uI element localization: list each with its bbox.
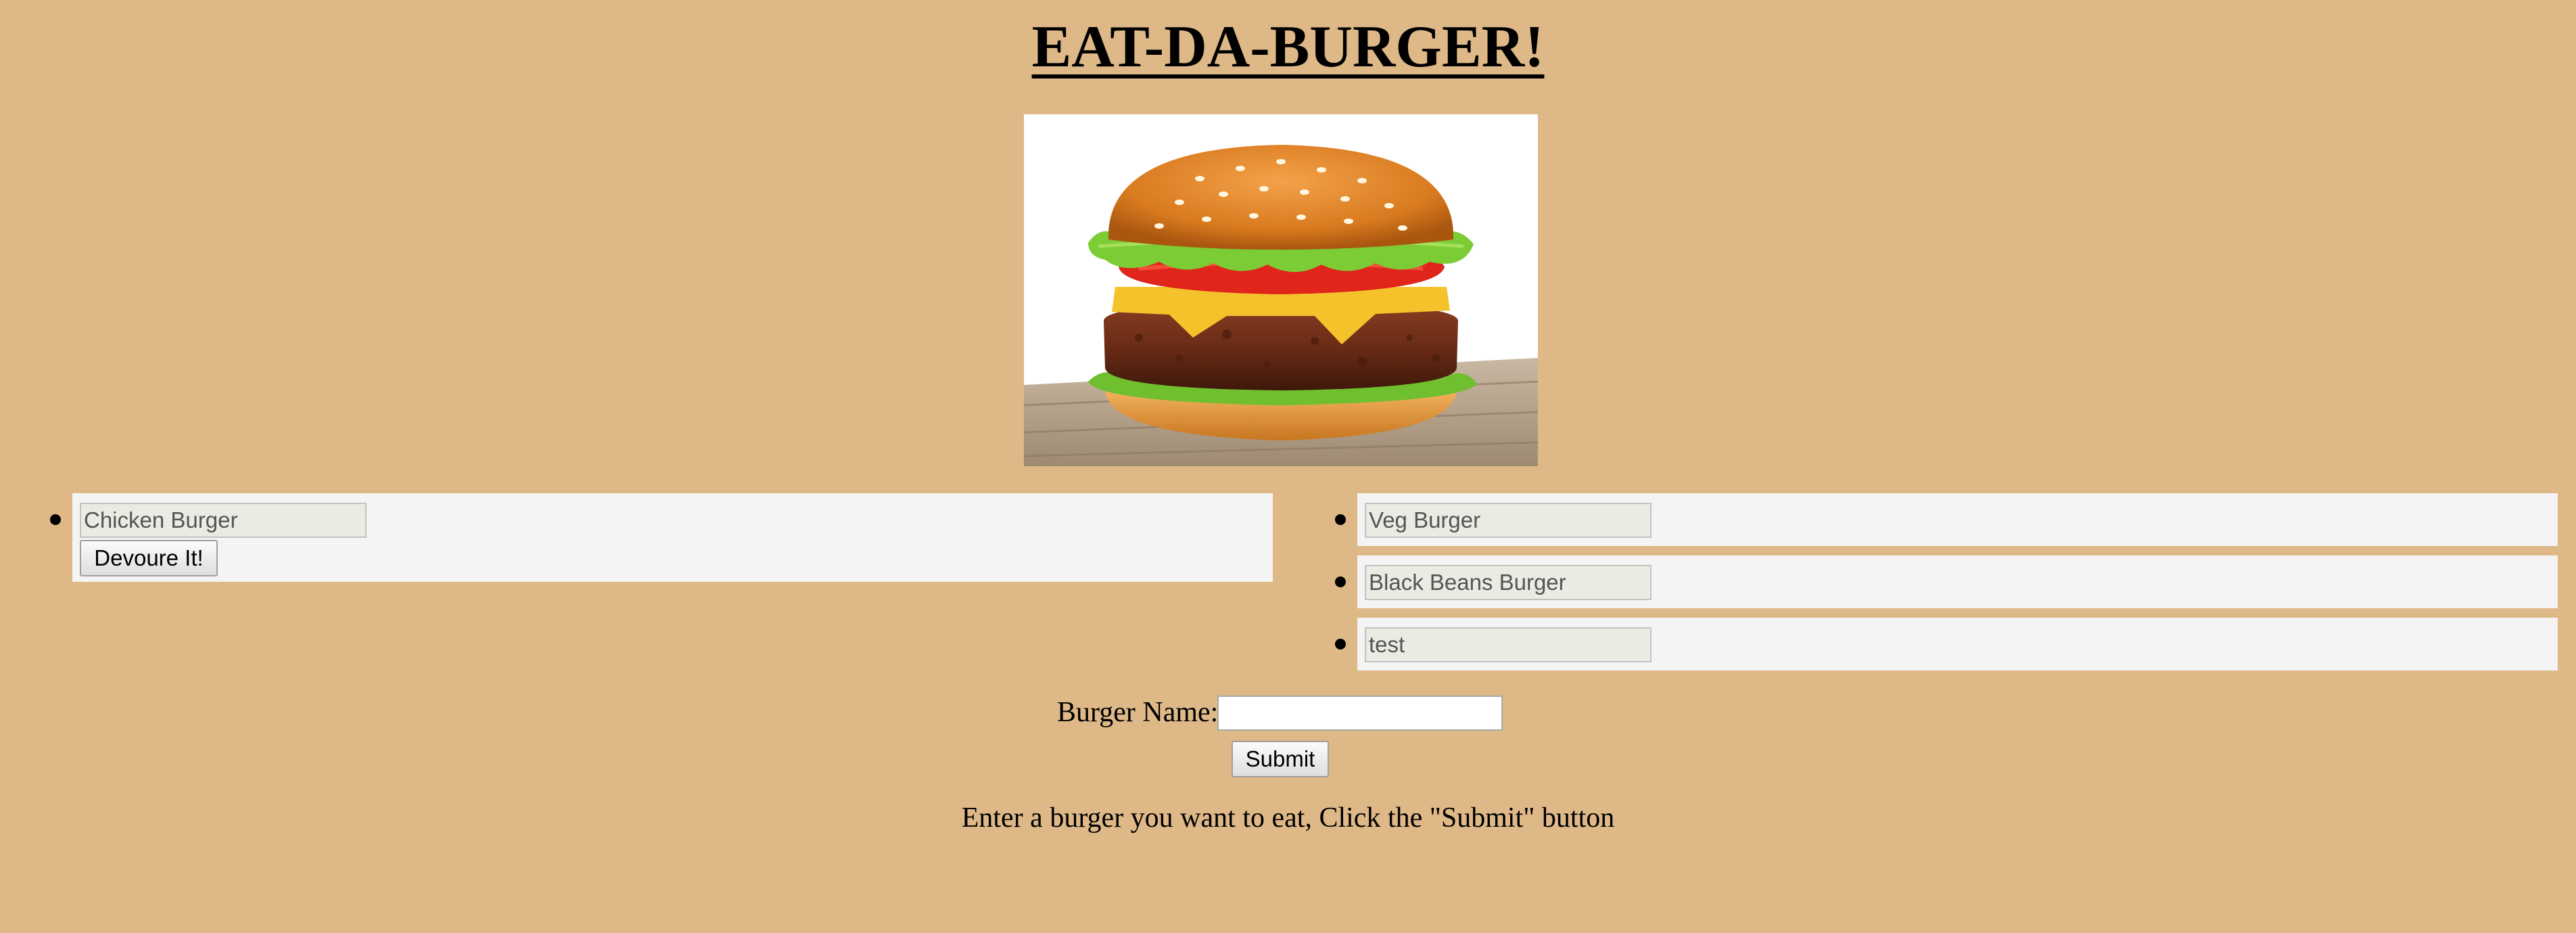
list-item: Devoure It! <box>50 493 1273 582</box>
bullet-icon <box>50 514 61 525</box>
page-title: EAT-DA-BURGER! <box>1031 14 1545 80</box>
burger-name-field <box>1365 627 1652 662</box>
page: EAT-DA-BURGER! Chicken Burger Devoure It… <box>0 0 2576 933</box>
devoured-list <box>1335 493 2558 680</box>
not-devoured-list: Devoure It! <box>50 493 1273 591</box>
instructions-text: Enter a burger you want to eat, Click th… <box>961 802 1615 834</box>
list-item <box>1335 618 2558 670</box>
burger-name-field <box>1365 565 1652 600</box>
burger-name-field <box>80 503 367 538</box>
burger-name-label: Burger Name: <box>1057 697 1219 728</box>
bullet-icon <box>1335 576 1346 587</box>
burger-image <box>1024 114 1538 466</box>
devour-button[interactable]: Devoure It! <box>80 540 218 576</box>
burger-name-field <box>1365 503 1652 538</box>
bullet-icon <box>1335 514 1346 525</box>
bullet-icon <box>1335 639 1346 650</box>
add-burger-form: Burger Name: <box>0 693 2576 733</box>
burger-name-input[interactable] <box>1217 696 1503 731</box>
list-item <box>1335 493 2558 546</box>
submit-button[interactable]: Submit <box>1232 741 1329 777</box>
list-item <box>1335 555 2558 608</box>
